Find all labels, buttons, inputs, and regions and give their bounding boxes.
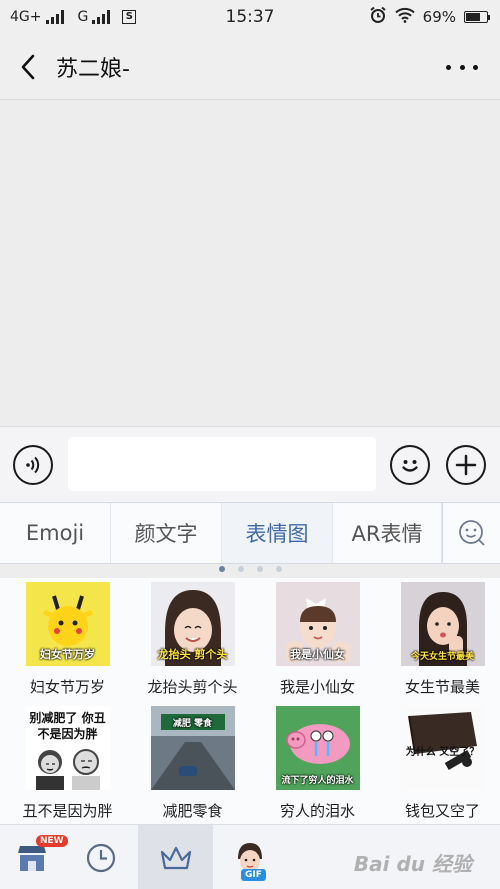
sticker-item[interactable]: 龙抬头 剪个头 龙抬头剪个头	[130, 582, 255, 697]
sim-icon: S	[122, 10, 137, 24]
status-left: 4G+ G S	[10, 9, 190, 25]
watermark: Bai du 经验	[353, 852, 472, 876]
battery-icon	[464, 11, 490, 23]
network-type-1: 4G+	[10, 9, 42, 25]
page-dot	[256, 566, 263, 572]
message-input[interactable]	[68, 437, 376, 491]
voice-button[interactable]	[13, 445, 53, 485]
voice-icon	[26, 456, 40, 474]
alarm-icon	[369, 6, 387, 28]
sticker-pikachu-image: 妇女节万岁	[25, 582, 110, 666]
sticker-caption: 减肥 零食	[172, 719, 213, 729]
input-bar	[0, 426, 500, 502]
sticker-label: 减肥零食	[162, 802, 223, 820]
store-icon	[18, 845, 46, 871]
plus-icon	[455, 454, 477, 476]
emoji-search-button[interactable]	[442, 503, 500, 563]
sticker-item[interactable]: 妇女节万岁 妇女节万岁	[5, 582, 130, 697]
wifi-icon	[394, 7, 415, 27]
page-dot	[218, 566, 225, 572]
recent-stickers-button[interactable]	[66, 825, 136, 889]
sticker-label: 穷人的泪水	[279, 802, 355, 820]
sticker-caption: 妇女节万岁	[40, 648, 95, 661]
sticker-item[interactable]: 今天女生节最美 女生节最美	[380, 582, 500, 697]
sticker-girl-image: 龙抬头 剪个头	[150, 582, 235, 666]
sticker-label: 龙抬头剪个头	[147, 678, 238, 696]
sticker-caption: 我是小仙女	[290, 648, 345, 661]
network-type-2: G	[77, 9, 89, 25]
sticker-item[interactable]: 为什么 又空了？ 钱包又空了	[380, 706, 500, 821]
clock: 15:37	[225, 7, 275, 27]
tab-emoji[interactable]: Emoji	[0, 503, 111, 563]
sticker-store-button[interactable]: NEW	[0, 825, 68, 889]
signal-icon-2	[92, 10, 111, 24]
status-right: 69%	[350, 6, 490, 28]
sticker-label: 妇女节万岁	[29, 678, 105, 696]
sticker-meme-image: 别减肥了 你丑不是因为胖	[25, 706, 110, 790]
chat-message-area[interactable]	[0, 100, 500, 426]
sticker-item[interactable]: 我是小仙女 我是小仙女	[255, 582, 380, 697]
sticker-kiss-girl-image: 今天女生节最美	[400, 582, 485, 666]
nav-bar: 苏二娘-	[0, 34, 500, 100]
chevron-left-icon	[21, 54, 35, 79]
page-dot	[237, 566, 244, 572]
status-bar: 4G+ G S 15:37 69%	[0, 0, 500, 34]
sticker-label: 女生节最美	[404, 678, 480, 696]
tab-kaomoji[interactable]: 颜文字	[111, 503, 222, 563]
sticker-caption: 今天女生节最美	[410, 652, 474, 662]
more-options-button[interactable]	[446, 56, 478, 78]
emoji-category-tabs: Emoji 颜文字 表情图 AR表情	[0, 502, 500, 564]
sticker-caption: 龙抬头 剪个头	[157, 648, 228, 661]
sticker-item[interactable]: 减肥 零食 减肥零食	[130, 706, 255, 821]
smiley-icon	[402, 460, 418, 472]
clock-icon	[86, 843, 116, 872]
battery-percent: 69%	[422, 8, 456, 26]
sticker-caption: 别减肥了 你丑不是因为胖	[29, 711, 106, 741]
sticker-caption: 为什么 又空了？	[405, 747, 480, 758]
tab-ar-emoji[interactable]: AR表情	[333, 503, 442, 563]
sticker-road-image: 减肥 零食	[150, 706, 235, 790]
sticker-fairy-image: 我是小仙女	[275, 582, 360, 666]
page-indicator	[0, 566, 500, 576]
add-button[interactable]	[446, 445, 486, 485]
crown-icon	[160, 846, 191, 869]
back-button[interactable]	[0, 34, 56, 100]
sticker-grid: 妇女节万岁 妇女节万岁 龙抬头 剪个头 龙抬头剪个头 我是小仙女 我是小仙女 今…	[0, 578, 500, 824]
new-badge: NEW	[36, 835, 68, 847]
sticker-wallet-image: 为什么 又空了？	[400, 706, 485, 790]
sticker-label: 我是小仙女	[279, 678, 355, 696]
sticker-label: 丑不是因为胖	[22, 802, 113, 820]
hot-stickers-button[interactable]	[138, 825, 213, 889]
sticker-peppa-image: 流下了穷人的泪水	[275, 706, 360, 790]
emoji-button[interactable]	[390, 445, 430, 485]
gif-stickers-button[interactable]: GIF	[215, 825, 285, 889]
sticker-caption: 流下了穷人的泪水	[281, 776, 354, 786]
gif-badge: GIF	[241, 869, 266, 881]
sticker-item[interactable]: 别减肥了 你丑不是因为胖 丑不是因为胖	[5, 706, 130, 821]
signal-icon	[45, 10, 64, 24]
face-search-icon	[458, 520, 485, 546]
tab-stickers[interactable]: 表情图	[222, 503, 333, 563]
sticker-label: 钱包又空了	[404, 802, 480, 820]
sticker-item[interactable]: 流下了穷人的泪水 穷人的泪水	[255, 706, 380, 821]
page-dot	[275, 566, 282, 572]
sticker-source-bar: NEW GIF Bai du 经验	[0, 824, 500, 889]
chat-title: 苏二娘-	[56, 56, 130, 82]
